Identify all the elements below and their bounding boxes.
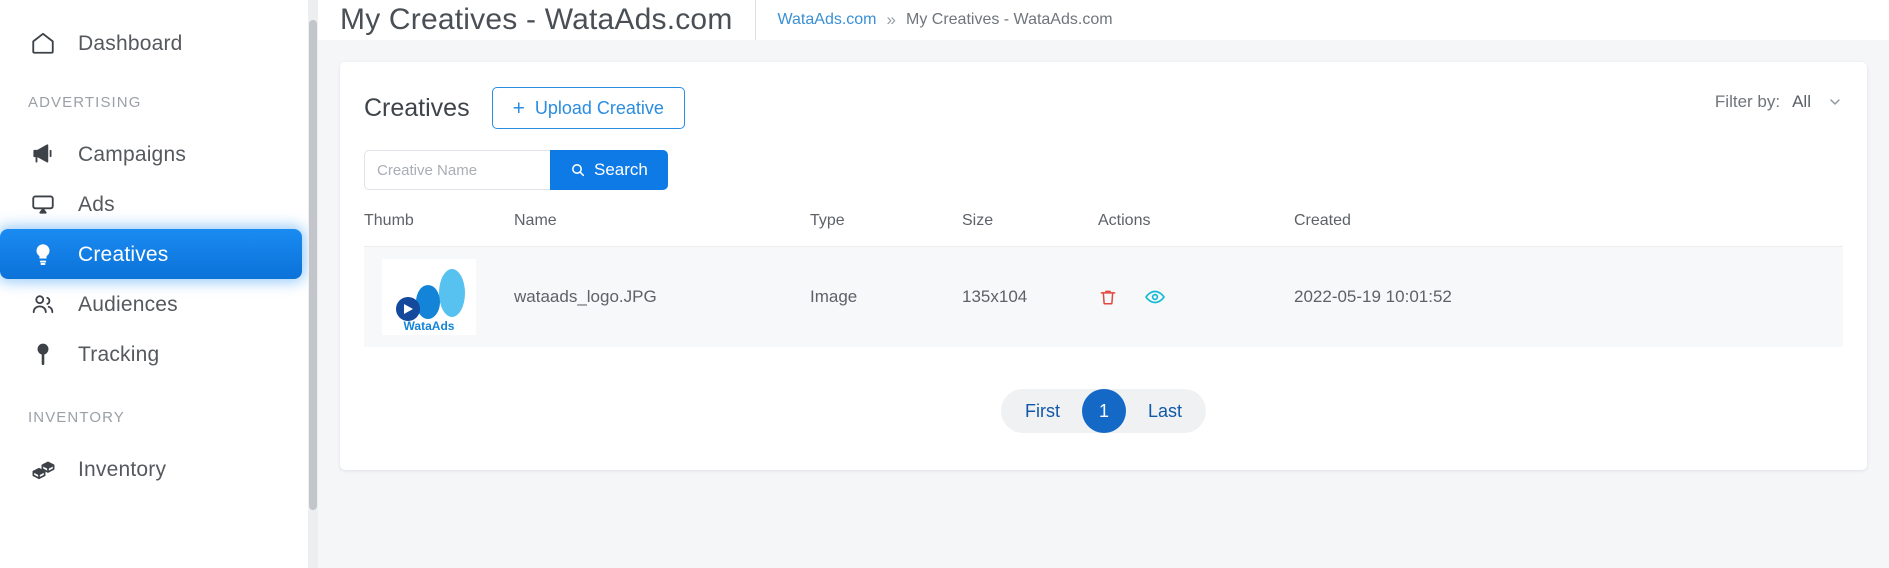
- cell-thumb: WataAds: [364, 247, 514, 347]
- pin-icon: [28, 339, 58, 369]
- sidebar-item-campaigns[interactable]: Campaigns: [0, 129, 302, 179]
- search-input[interactable]: [364, 150, 550, 190]
- cell-created: 2022-05-19 10:01:52: [1294, 286, 1452, 306]
- breadcrumb-current: My Creatives - WataAds.com: [905, 11, 1113, 28]
- column-header-created: Created: [1294, 212, 1843, 247]
- sidebar-item-dashboard[interactable]: Dashboard: [0, 18, 302, 68]
- sidebar-section-advertising: ADVERTISING: [28, 94, 142, 111]
- filter-by-dropdown[interactable]: Filter by: All: [1715, 92, 1843, 112]
- boxes-icon: [28, 454, 58, 484]
- search-icon: [570, 162, 586, 178]
- creative-thumbnail[interactable]: WataAds: [382, 258, 476, 335]
- sidebar-item-label: Creatives: [78, 242, 169, 266]
- breadcrumb-separator-icon: »: [886, 10, 896, 29]
- plus-icon: +: [512, 96, 525, 120]
- sidebar-item-label: Dashboard: [78, 31, 183, 55]
- sidebar-section-inventory: INVENTORY: [28, 409, 125, 426]
- table-header-row: Thumb Name Type Size Actions Created: [364, 212, 1843, 247]
- pagination-last[interactable]: Last: [1130, 389, 1200, 433]
- header-divider: [754, 0, 756, 40]
- sidebar-scrollbar-thumb[interactable]: [309, 20, 317, 510]
- card-header: Creatives + Upload Creative: [364, 86, 1843, 130]
- search-row: Search: [364, 150, 1843, 190]
- column-header-thumb: Thumb: [364, 212, 514, 247]
- breadcrumb-home-link[interactable]: WataAds.com: [778, 11, 877, 29]
- sidebar-item-label: Inventory: [78, 457, 167, 481]
- creatives-table: Thumb Name Type Size Actions Created Wat…: [364, 212, 1843, 347]
- filter-by-value: All: [1792, 92, 1811, 111]
- table-row[interactable]: WataAds wataads_logo.JPG Image 135x104 2…: [364, 246, 1843, 347]
- chevron-down-icon: [1827, 94, 1843, 110]
- card-title: Creatives: [364, 93, 470, 122]
- home-icon: [28, 28, 58, 58]
- upload-creative-label: Upload Creative: [534, 97, 664, 118]
- cell-size: 135x104: [962, 286, 1028, 306]
- eye-icon[interactable]: [1144, 286, 1166, 308]
- app-root: Dashboard ADVERTISING Campaigns Ads Crea…: [0, 0, 1889, 568]
- sidebar-scrollbar[interactable]: [308, 0, 318, 568]
- sidebar-item-label: Ads: [78, 192, 115, 216]
- sidebar-item-tracking[interactable]: Tracking: [0, 329, 302, 379]
- pagination: First 1 Last: [364, 388, 1843, 433]
- trash-icon[interactable]: [1098, 287, 1118, 307]
- lightbulb-icon: [28, 239, 58, 269]
- page-title: My Creatives - WataAds.com: [340, 3, 733, 36]
- filter-by-label: Filter by:: [1714, 92, 1781, 111]
- table-header: Thumb Name Type Size Actions Created: [364, 212, 1843, 247]
- search-button[interactable]: Search: [550, 150, 668, 190]
- column-header-name: Name: [514, 212, 810, 247]
- search-button-label: Search: [594, 160, 648, 179]
- cell-name: wataads_logo.JPG: [514, 286, 657, 306]
- sidebar-item-audiences[interactable]: Audiences: [0, 279, 302, 329]
- column-header-actions: Actions: [1098, 212, 1294, 247]
- monitor-icon: [28, 189, 58, 219]
- main-content: My Creatives - WataAds.com WataAds.com »…: [318, 0, 1889, 568]
- pagination-first[interactable]: First: [1007, 389, 1078, 433]
- people-icon: [28, 289, 58, 319]
- column-header-size: Size: [962, 212, 1098, 247]
- pagination-current-page[interactable]: 1: [1081, 388, 1126, 433]
- sidebar-item-label: Tracking: [78, 342, 160, 366]
- sidebar-item-label: Campaigns: [78, 142, 187, 166]
- megaphone-icon: [28, 139, 58, 169]
- content-area: Creatives + Upload Creative Filter by: A…: [318, 40, 1889, 470]
- pagination-group: First 1 Last: [1000, 388, 1207, 433]
- page-header: My Creatives - WataAds.com WataAds.com »…: [318, 0, 1889, 40]
- sidebar: Dashboard ADVERTISING Campaigns Ads Crea…: [0, 0, 318, 568]
- table-body: WataAds wataads_logo.JPG Image 135x104 2…: [364, 246, 1843, 347]
- column-header-type: Type: [810, 212, 962, 247]
- sidebar-item-creatives[interactable]: Creatives: [0, 229, 302, 279]
- thumb-caption: WataAds: [404, 319, 455, 333]
- upload-creative-button[interactable]: + Upload Creative: [491, 87, 685, 129]
- row-actions: [1098, 286, 1294, 308]
- sidebar-item-label: Audiences: [78, 292, 178, 316]
- cell-actions: [1098, 247, 1294, 347]
- sidebar-item-ads[interactable]: Ads: [0, 179, 302, 229]
- breadcrumb: WataAds.com » My Creatives - WataAds.com: [778, 10, 1113, 30]
- cell-type: Image: [810, 286, 858, 306]
- creatives-card: Creatives + Upload Creative Filter by: A…: [340, 62, 1867, 470]
- sidebar-item-inventory[interactable]: Inventory: [0, 444, 302, 494]
